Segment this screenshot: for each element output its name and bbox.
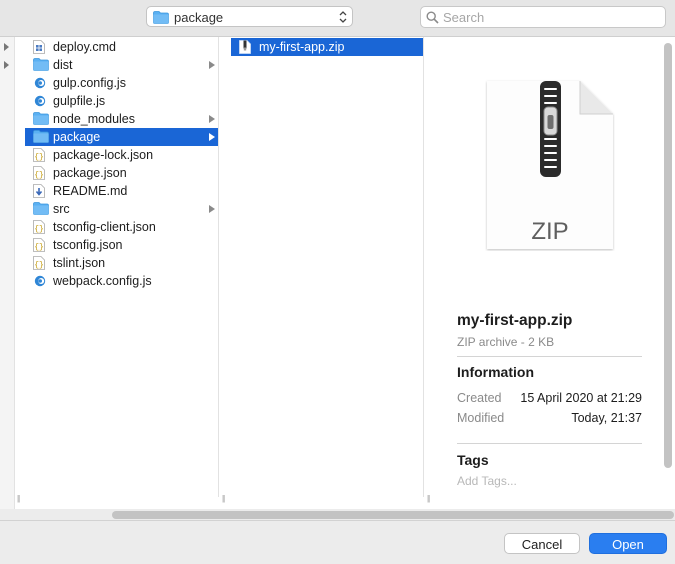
file-row[interactable]: {} tsconfig-client.json <box>25 218 218 236</box>
preview-file-name: my-first-app.zip <box>457 312 573 329</box>
folder-icon <box>33 112 49 126</box>
search-field[interactable] <box>420 6 666 28</box>
collapsed-sidebar <box>0 37 15 509</box>
created-label: Created <box>457 391 502 405</box>
zip-icon-text: ZIP <box>531 218 568 245</box>
disclosure-arrow-icon <box>209 61 215 69</box>
item-label: package.json <box>53 166 127 180</box>
file-row[interactable]: README.md <box>25 182 218 200</box>
script-file-icon <box>33 40 47 54</box>
column-browser: || deploy.cmd dist gulp.config.js gulpfile.… <box>0 37 675 519</box>
folder-icon <box>33 58 49 72</box>
svg-text:{}: {} <box>34 261 44 270</box>
path-popup[interactable]: package <box>146 6 353 27</box>
json-file-icon: {} <box>33 148 47 162</box>
js-file-icon <box>33 76 47 90</box>
file-row[interactable]: {} package-lock.json <box>25 146 218 164</box>
column-resize-handle[interactable]: || <box>222 494 225 503</box>
file-row[interactable]: {} tslint.json <box>25 254 218 272</box>
svg-text:{}: {} <box>34 171 44 180</box>
column-resize-handle[interactable]: || <box>427 494 430 503</box>
folder-icon <box>153 11 169 24</box>
folder-icon <box>33 130 49 144</box>
up-down-chevron-icon <box>339 11 347 23</box>
item-label: tslint.json <box>53 256 106 270</box>
vertical-scrollbar[interactable] <box>664 43 672 468</box>
svg-text:{}: {} <box>34 153 44 162</box>
item-label: gulpfile.js <box>53 94 106 108</box>
divider <box>457 356 642 357</box>
created-value: 15 April 2020 at 21:29 <box>520 391 642 405</box>
folder-row[interactable]: src <box>25 200 218 218</box>
add-tags-field[interactable]: Add Tags... <box>457 474 517 488</box>
zip-file-icon <box>239 40 253 54</box>
item-label: src <box>53 202 70 216</box>
file-row[interactable]: gulpfile.js <box>25 92 218 110</box>
folder-row[interactable]: node_modules <box>25 110 218 128</box>
horizontal-scrollbar[interactable] <box>112 511 674 519</box>
json-file-icon: {} <box>33 238 47 252</box>
expand-triangle-icon[interactable] <box>4 61 9 69</box>
dialog-button-bar: Cancel Open <box>0 520 675 564</box>
search-input[interactable] <box>443 9 658 25</box>
file-row[interactable]: webpack.config.js <box>25 272 218 290</box>
item-label: tsconfig.json <box>53 238 123 252</box>
file-row[interactable]: {} tsconfig.json <box>25 236 218 254</box>
open-button[interactable]: Open <box>589 533 667 554</box>
js-file-icon <box>33 94 47 108</box>
file-row[interactable]: gulp.config.js <box>25 74 218 92</box>
divider <box>457 443 642 444</box>
file-column-2: my-first-app.zip <box>231 37 424 497</box>
item-label: deploy.cmd <box>53 40 116 54</box>
information-heading: Information <box>457 364 534 380</box>
cancel-button[interactable]: Cancel <box>504 533 580 554</box>
item-label: package-lock.json <box>53 148 154 162</box>
markdown-file-icon <box>33 184 47 198</box>
item-label: my-first-app.zip <box>259 40 345 54</box>
file-row[interactable]: deploy.cmd <box>25 38 218 56</box>
dialog-toolbar: package <box>0 0 675 37</box>
column-resize-handle[interactable]: || <box>17 494 20 503</box>
item-label: webpack.config.js <box>53 274 152 288</box>
item-label: tsconfig-client.json <box>53 220 156 234</box>
preview-file-kind: ZIP archive - 2 KB <box>457 335 555 349</box>
disclosure-arrow-icon <box>209 205 215 213</box>
file-column-1: deploy.cmd dist gulp.config.js gulpfile.js n… <box>25 37 219 497</box>
tags-heading: Tags <box>457 452 489 468</box>
disclosure-arrow-icon <box>209 133 215 141</box>
item-label: dist <box>53 58 73 72</box>
folder-row[interactable]: package <box>25 128 218 146</box>
expand-triangle-icon[interactable] <box>4 43 9 51</box>
path-popup-label: package <box>174 10 224 25</box>
preview-pane: ZIP my-first-app.zip ZIP archive - 2 KB … <box>437 37 662 509</box>
svg-text:{}: {} <box>34 243 44 252</box>
svg-text:{}: {} <box>34 225 44 234</box>
modified-label: Modified <box>457 411 505 425</box>
zip-archive-icon: ZIP <box>487 81 613 249</box>
folder-icon <box>33 202 49 216</box>
item-label: gulp.config.js <box>53 76 126 90</box>
item-label: README.md <box>53 184 128 198</box>
item-label: node_modules <box>53 112 136 126</box>
folder-row[interactable]: dist <box>25 56 218 74</box>
disclosure-arrow-icon <box>209 115 215 123</box>
modified-value: Today, 21:37 <box>571 411 642 425</box>
file-row[interactable]: {} package.json <box>25 164 218 182</box>
json-file-icon: {} <box>33 220 47 234</box>
js-file-icon <box>33 274 47 288</box>
search-icon <box>426 11 439 24</box>
item-label: package <box>53 130 101 144</box>
file-row[interactable]: my-first-app.zip <box>231 38 423 56</box>
json-file-icon: {} <box>33 256 47 270</box>
json-file-icon: {} <box>33 166 47 180</box>
